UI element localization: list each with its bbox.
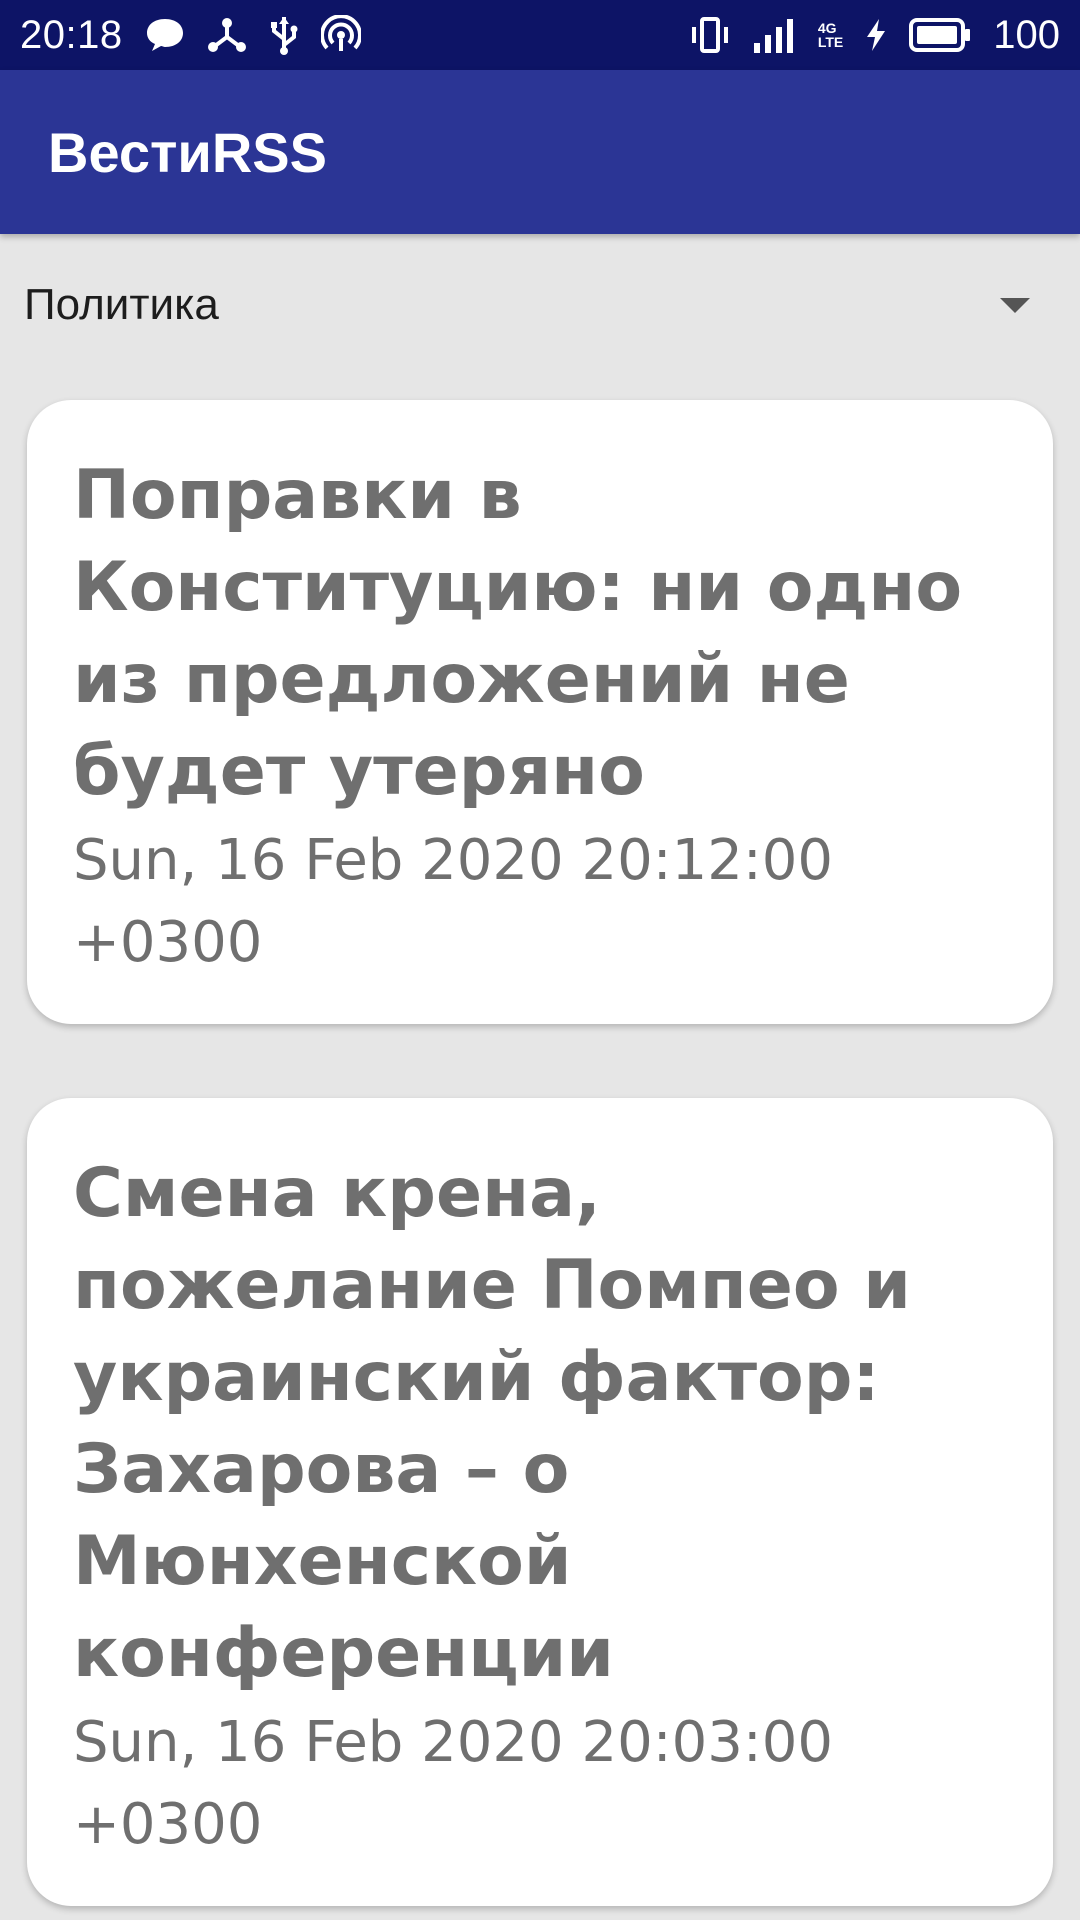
vibrate-icon xyxy=(690,15,730,55)
article-card[interactable]: Смена крена, пожелание Помпео и украинск… xyxy=(27,1098,1053,1906)
status-time: 20:18 xyxy=(20,12,123,57)
status-bar-right: 4G LTE 100 xyxy=(690,13,1060,58)
charging-icon xyxy=(865,17,887,53)
app-bar: ВестиRSS xyxy=(0,70,1080,234)
status-bar-left: 20:18 xyxy=(20,13,361,58)
usb-share-icon xyxy=(207,17,247,53)
network-4g-lte-icon: 4G LTE xyxy=(818,21,843,49)
network-label-top: 4G xyxy=(817,20,837,36)
status-bar: 20:18 4G LTE 100 xyxy=(0,0,1080,70)
article-date: Sun, 16 Feb 2020 20:12:00 +0300 xyxy=(73,828,833,975)
battery-icon xyxy=(909,18,971,52)
usb-icon xyxy=(269,15,299,55)
battery-level: 100 xyxy=(993,12,1060,57)
category-spinner[interactable]: Политика xyxy=(0,250,1080,360)
network-label-bottom: LTE xyxy=(817,34,844,50)
hotspot-icon xyxy=(320,15,361,55)
message-icon xyxy=(145,17,185,53)
signal-icon xyxy=(752,15,796,55)
dropdown-arrow-icon xyxy=(1000,297,1030,313)
article-title: Поправки в Конституцию: ни одно из предл… xyxy=(73,456,963,811)
app-title: ВестиRSS xyxy=(48,120,327,184)
article-title: Смена крена, пожелание Помпео и украинск… xyxy=(73,1154,911,1693)
article-card[interactable]: Поправки в Конституцию: ни одно из предл… xyxy=(27,400,1053,1024)
category-spinner-label: Политика xyxy=(24,280,219,329)
article-date: Sun, 16 Feb 2020 20:03:00 +0300 xyxy=(73,1710,833,1857)
